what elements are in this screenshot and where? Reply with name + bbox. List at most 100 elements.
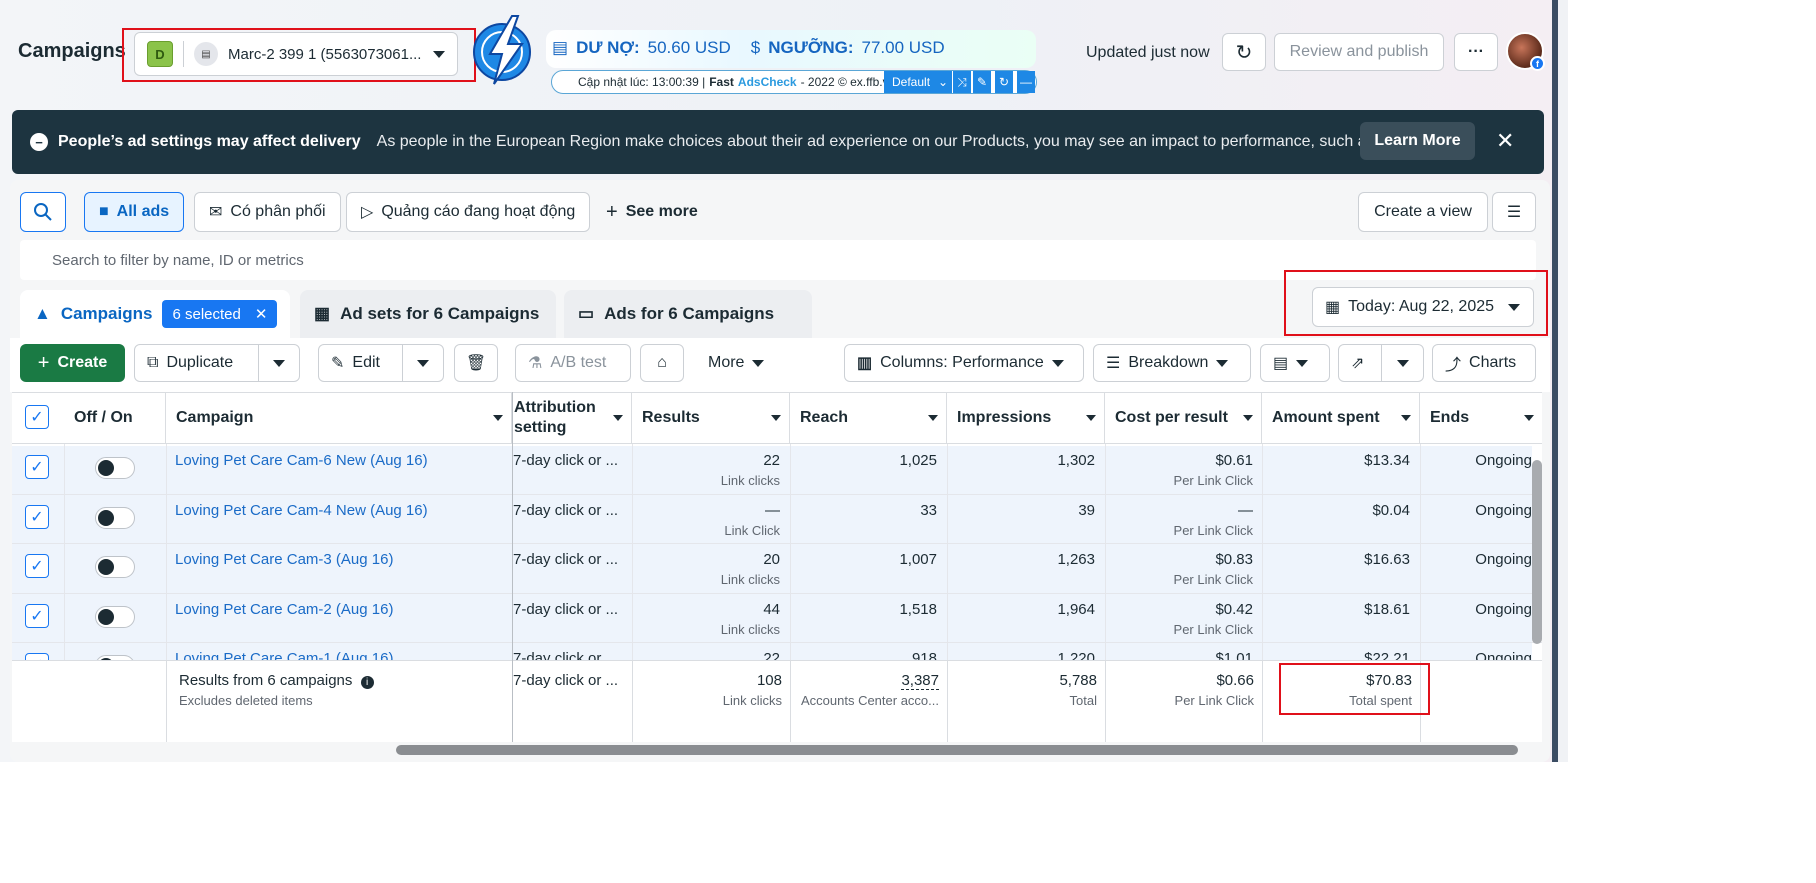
row-checkbox[interactable]: ✓ [25, 455, 49, 479]
envelope-icon: ✉ [209, 204, 223, 221]
campaign-name-link[interactable]: Loving Pet Care Cam-4 New (Aug 16) [175, 502, 428, 519]
cpr-value: $0.61 [1215, 452, 1253, 469]
campaign-name-link[interactable]: Loving Pet Care Cam-6 New (Aug 16) [175, 452, 428, 469]
tag-button[interactable]: ⌂ [640, 344, 684, 382]
column-header-attribution[interactable]: Attribution setting [512, 392, 632, 444]
ab-test-button[interactable]: ⚗ A/B test [515, 344, 631, 382]
highlight-box-date [1284, 270, 1548, 336]
view-settings-button[interactable]: ☰ [1492, 192, 1536, 232]
clear-selection-icon[interactable]: ✕ [255, 305, 268, 323]
campaign-name-link[interactable]: Loving Pet Care Cam-2 (Aug 16) [175, 601, 393, 618]
campaign-toggle[interactable] [95, 457, 135, 479]
table-horizontal-scrollbar[interactable] [396, 745, 1518, 755]
cpr-sub: Per Link Click [1173, 523, 1253, 538]
column-label: Attribution setting [514, 399, 596, 436]
duplicate-label: Duplicate [166, 354, 234, 371]
search-button[interactable] [20, 192, 66, 232]
minimize-icon[interactable]: — [1016, 71, 1035, 93]
column-header-cost-per-result[interactable]: Cost per result [1105, 392, 1262, 444]
fast-label: Fast [709, 75, 734, 89]
row-checkbox[interactable]: ✓ [25, 554, 49, 578]
column-header-impressions[interactable]: Impressions [947, 392, 1105, 444]
edit-icon[interactable]: ✎ [972, 71, 991, 93]
sort-icon [1086, 415, 1096, 421]
sort-icon [493, 415, 503, 421]
update-time: Cập nhật lúc: 13:00:39 | [578, 75, 706, 89]
campaign-toggle[interactable] [95, 606, 135, 628]
impressions-cell: 1,302 [1057, 452, 1095, 469]
refresh-icon[interactable]: ↻ [994, 71, 1013, 93]
create-view-button[interactable]: Create a view [1358, 192, 1488, 232]
flask-icon: ⚗ [528, 355, 543, 372]
table-vertical-scrollbar[interactable] [1532, 460, 1542, 644]
chevron-down-icon [417, 359, 429, 367]
delivery-banner: − People’s ad settings may affect delive… [12, 110, 1544, 174]
filter-active-ads[interactable]: ▷ Quảng cáo đang hoạt động [346, 192, 591, 232]
more-options-button[interactable]: ··· [1454, 33, 1498, 71]
column-label: Reach [800, 409, 849, 426]
reach-cell: 1,518 [899, 601, 937, 618]
shuffle-icon[interactable]: ⤨ [952, 71, 971, 93]
totals-reach-value[interactable]: 3,387 [901, 672, 939, 690]
column-header-toggle[interactable]: Off / On [64, 392, 166, 444]
cpr-sub: Per Link Click [1173, 572, 1253, 587]
export-dropdown[interactable] [1382, 345, 1424, 381]
plus-icon: + [37, 351, 50, 374]
column-header-ends[interactable]: Ends [1420, 392, 1542, 444]
columns-icon: ▥ [857, 355, 873, 372]
updated-status: Updated just now [1086, 44, 1210, 61]
results-value: — [765, 502, 780, 519]
close-icon[interactable]: ✕ [1496, 128, 1514, 154]
results-value: 44 [763, 601, 780, 618]
tab-ads[interactable]: ▭ Ads for 6 Campaigns [564, 290, 812, 338]
duplicate-dropdown[interactable] [258, 345, 300, 381]
column-header-campaign[interactable]: Campaign [166, 392, 512, 444]
create-button[interactable]: + Create [20, 344, 125, 382]
copyright-text: - 2022 © ex.ffb.vn [800, 75, 896, 89]
divider [1262, 444, 1263, 660]
totals-impressions-value: 5,788 [1059, 672, 1097, 689]
reach-cell: 1,025 [899, 452, 937, 469]
delete-button[interactable]: 🗑 [454, 344, 498, 382]
info-icon[interactable]: i [360, 676, 374, 689]
charts-button[interactable]: ⤴ Charts [1432, 344, 1536, 382]
chevron-down-icon [1296, 359, 1309, 367]
filter-distribution[interactable]: ✉ Có phân phối [194, 192, 341, 232]
review-publish-button[interactable]: Review and publish [1274, 33, 1444, 71]
page-scrollbar-thumb[interactable] [1552, 0, 1558, 762]
campaign-toggle[interactable] [95, 507, 135, 529]
extension-mode-select[interactable]: Default ⌄ [884, 71, 952, 93]
tab-ad-sets-label: Ad sets for 6 Campaigns [340, 304, 540, 323]
column-label: Cost per result [1115, 409, 1228, 426]
divider [12, 593, 1542, 594]
column-header-reach[interactable]: Reach [790, 392, 947, 444]
column-header-results[interactable]: Results [632, 392, 790, 444]
tab-ad-sets[interactable]: ▦ Ad sets for 6 Campaigns [300, 290, 556, 338]
totals-label-text: Results from 6 campaigns [179, 672, 353, 689]
learn-more-button[interactable]: Learn More [1360, 122, 1475, 160]
refresh-button[interactable]: ↻ [1222, 33, 1266, 71]
ends-cell: Ongoing [1475, 502, 1532, 519]
tab-campaigns[interactable]: ▲ Campaigns 6 selected ✕ [20, 290, 290, 338]
filter-all-ads[interactable]: ■ All ads [84, 192, 185, 232]
column-header-amount-spent[interactable]: Amount spent [1262, 392, 1420, 444]
breakdown-button[interactable]: ☰ Breakdown [1093, 344, 1251, 382]
row-checkbox[interactable]: ✓ [25, 505, 49, 529]
checkmark-icon: ✓ [30, 409, 44, 426]
select-all-checkbox[interactable]: ✓ [25, 405, 49, 429]
results-cell: 44 Link clicks [632, 601, 780, 637]
reports-button[interactable]: ▤ [1260, 344, 1330, 382]
see-more-button[interactable]: + See more [592, 192, 712, 232]
row-checkbox[interactable]: ✓ [25, 604, 49, 628]
checkmark-icon: ✓ [30, 558, 44, 575]
selected-count-chip[interactable]: 6 selected ✕ [162, 300, 278, 328]
columns-label: Columns: Performance [880, 354, 1044, 371]
sort-icon [928, 415, 938, 421]
campaign-toggle[interactable] [95, 556, 135, 578]
divider [166, 444, 167, 660]
edit-dropdown[interactable] [403, 345, 443, 381]
columns-button[interactable]: ▥ Columns: Performance [844, 344, 1084, 382]
campaign-name-link[interactable]: Loving Pet Care Cam-3 (Aug 16) [175, 551, 393, 568]
more-button[interactable]: More [696, 344, 786, 382]
page-scrollbar[interactable] [1552, 0, 1568, 762]
